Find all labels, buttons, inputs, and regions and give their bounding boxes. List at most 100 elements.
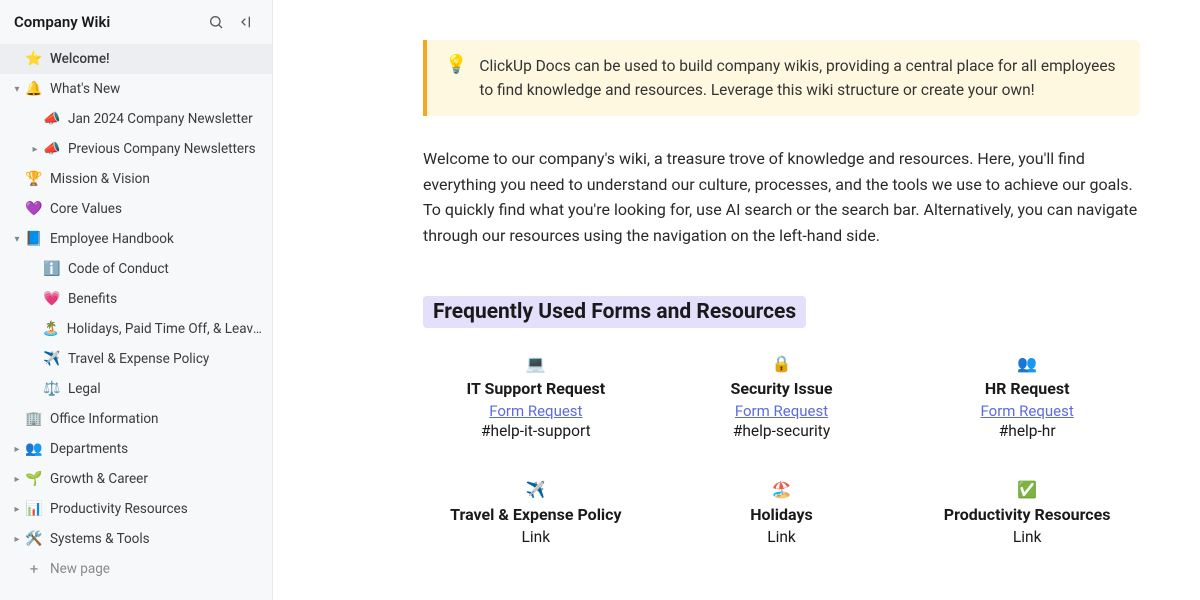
callout: 💡 ClickUp Docs can be used to build comp… (423, 40, 1140, 116)
sidebar-item[interactable]: ▸🌱 Growth & Career (0, 464, 272, 494)
sidebar-item-label: Growth & Career (50, 471, 148, 487)
chevron-icon[interactable]: ▸ (10, 534, 24, 545)
sidebar-item-label: Systems & Tools (50, 531, 150, 547)
workspace-title: Company Wiki (14, 13, 198, 31)
card-channel-tag: #help-security (669, 422, 895, 440)
page-emoji-icon: 💜 (24, 201, 44, 217)
card-title: Travel & Expense Policy (423, 505, 649, 524)
card-title: Productivity Resources (914, 505, 1140, 524)
lightbulb-icon: 💡 (445, 54, 467, 102)
sidebar-item-label: Productivity Resources (50, 501, 188, 517)
sidebar-item[interactable]: ▸📣 Previous Company Newsletters (0, 134, 272, 164)
card-link-placeholder: Link (914, 528, 1140, 546)
sidebar-item[interactable]: ▾📘 Employee Handbook (0, 224, 272, 254)
new-page-label: New page (50, 561, 110, 577)
sidebar-item-label: Jan 2024 Company Newsletter (68, 111, 253, 127)
chevron-icon[interactable]: ▾ (10, 84, 24, 95)
card-icon: ✈️ (423, 480, 649, 499)
page-emoji-icon: 🏆 (24, 171, 44, 187)
sidebar-item-label: Office Information (50, 411, 159, 427)
sidebar-item[interactable]: ▸👥 Departments (0, 434, 272, 464)
collapse-sidebar-icon[interactable] (234, 10, 258, 34)
sidebar-item[interactable]: 🏝️Holidays, Paid Time Off, & Leave… (0, 314, 272, 344)
page-emoji-icon: ✈️ (42, 351, 62, 367)
resource-card: ✈️ Travel & Expense Policy Link (423, 480, 649, 546)
resource-card: 🔒 Security Issue Form Request #help-securit… (669, 354, 895, 440)
page-emoji-icon: 👥 (24, 441, 44, 457)
card-form-link[interactable]: Form Request (669, 402, 895, 420)
chevron-icon[interactable]: ▸ (28, 144, 42, 155)
sidebar-item-label: Previous Company Newsletters (68, 141, 256, 157)
sidebar-item-label: Employee Handbook (50, 231, 174, 247)
sidebar-item[interactable]: ✈️ Travel & Expense Policy (0, 344, 272, 374)
resource-cards-grid: 💻 IT Support Request Form Request #help-it-… (423, 354, 1140, 546)
card-title: Security Issue (669, 379, 895, 398)
card-icon: 🏖️ (669, 480, 895, 499)
sidebar-item[interactable]: 📣 Jan 2024 Company Newsletter (0, 104, 272, 134)
page-emoji-icon: ℹ️ (42, 261, 62, 277)
card-form-link[interactable]: Form Request (423, 402, 649, 420)
page-emoji-icon: 💗 (42, 291, 62, 307)
chevron-icon[interactable]: ▸ (10, 444, 24, 455)
card-form-link[interactable]: Form Request (914, 402, 1140, 420)
sidebar-item-label: Departments (50, 441, 128, 457)
sidebar-item-label: Code of Conduct (68, 261, 169, 277)
page-emoji-icon: 🏢 (24, 411, 44, 427)
chevron-icon[interactable]: ▸ (10, 504, 24, 515)
new-page-button[interactable]: .+New page (0, 554, 272, 584)
page-emoji-icon: 🌱 (24, 471, 44, 487)
search-icon[interactable] (204, 10, 228, 34)
resource-card: ✅ Productivity Resources Link (914, 480, 1140, 546)
card-icon: 💻 (423, 354, 649, 373)
chevron-icon[interactable]: ▾ (10, 234, 24, 245)
callout-text: ClickUp Docs can be used to build compan… (479, 54, 1122, 102)
page-emoji-icon: 📣 (42, 141, 62, 157)
page-emoji-icon: 📊 (24, 501, 44, 517)
sidebar-nav: ⭐Welcome!▾🔔What's New📣Jan 2024 Company N… (0, 44, 272, 600)
page-emoji-icon: 🛠️ (24, 531, 44, 547)
resource-card: 👥 HR Request Form Request #help-hr (914, 354, 1140, 440)
page-emoji-icon: ⚖️ (42, 381, 62, 397)
sidebar-item[interactable]: ▾🔔 What's New (0, 74, 272, 104)
card-icon: ✅ (914, 480, 1140, 499)
page-emoji-icon: 📣 (42, 111, 62, 127)
sidebar: Company Wiki ⭐Welcome!▾🔔What's New📣Jan 2… (0, 0, 273, 600)
sidebar-item[interactable]: 💗 Benefits (0, 284, 272, 314)
card-icon: 👥 (914, 354, 1140, 373)
sidebar-item-label: What's New (50, 81, 120, 97)
sidebar-item[interactable]: 🏢 Office Information (0, 404, 272, 434)
sidebar-item-label: Legal (68, 381, 101, 397)
sidebar-item-label: Holidays, Paid Time Off, & Leave… (67, 321, 262, 337)
card-title: IT Support Request (423, 379, 649, 398)
page-emoji-icon: 📘 (24, 231, 44, 247)
page-emoji-icon: ⭐ (24, 51, 44, 67)
card-title: HR Request (914, 379, 1140, 398)
card-title: Holidays (669, 505, 895, 524)
card-link-placeholder: Link (669, 528, 895, 546)
sidebar-item-label: Core Values (50, 201, 122, 217)
sidebar-item[interactable]: ⭐ Welcome! (0, 44, 272, 74)
intro-paragraph: Welcome to our company's wiki, a treasur… (423, 146, 1140, 248)
sidebar-item[interactable]: ⚖️ Legal (0, 374, 272, 404)
sidebar-item[interactable]: ℹ️ Code of Conduct (0, 254, 272, 284)
card-icon: 🔒 (669, 354, 895, 373)
sidebar-item-label: Mission & Vision (50, 171, 150, 187)
sidebar-header: Company Wiki (0, 0, 272, 44)
sidebar-item[interactable]: ▸📊 Productivity Resources (0, 494, 272, 524)
sidebar-item-label: Benefits (68, 291, 117, 307)
page-emoji-icon: 🔔 (24, 81, 44, 97)
sidebar-item[interactable]: ▸🛠️ Systems & Tools (0, 524, 272, 554)
section-heading: Frequently Used Forms and Resources (423, 296, 806, 328)
sidebar-item[interactable]: 🏆 Mission & Vision (0, 164, 272, 194)
sidebar-item-label: Welcome! (50, 51, 110, 67)
main-content: 💡 ClickUp Docs can be used to build comp… (273, 0, 1200, 600)
resource-card: 🏖️ Holidays Link (669, 480, 895, 546)
card-link-placeholder: Link (423, 528, 649, 546)
sidebar-item-label: Travel & Expense Policy (68, 351, 209, 367)
sidebar-item[interactable]: 💜 Core Values (0, 194, 272, 224)
card-channel-tag: #help-it-support (423, 422, 649, 440)
plus-icon: + (24, 560, 44, 578)
chevron-icon[interactable]: ▸ (10, 474, 24, 485)
card-channel-tag: #help-hr (914, 422, 1140, 440)
resource-card: 💻 IT Support Request Form Request #help-it-… (423, 354, 649, 440)
